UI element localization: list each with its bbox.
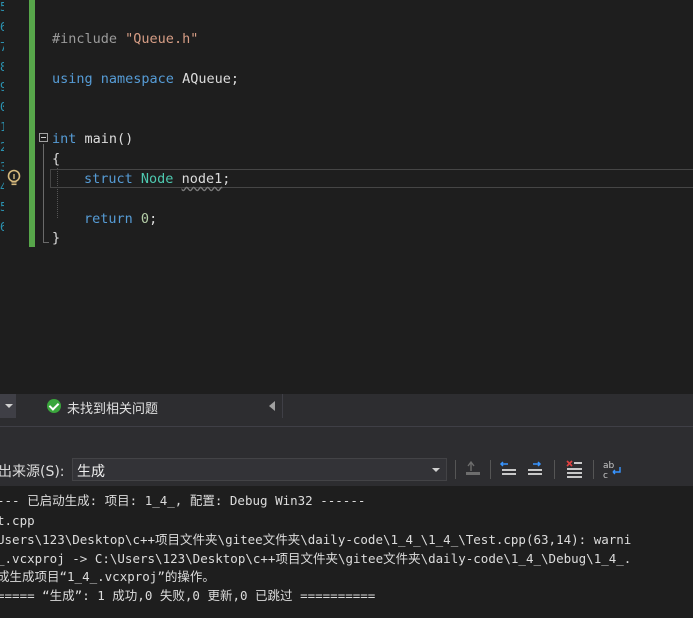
zoom-dropdown-button[interactable] (0, 394, 16, 418)
toolbar-separator (554, 460, 555, 479)
semicolon: ; (222, 171, 231, 187)
line-number: 8 (0, 60, 4, 74)
toolbar-separator (490, 460, 491, 479)
code-line-struct: struct Node node1; (84, 169, 230, 189)
log-line: t.cpp (0, 513, 35, 528)
find-next-button[interactable] (524, 458, 546, 480)
svg-text:ab: ab (603, 461, 615, 471)
line-number: 2 (0, 140, 4, 154)
number-literal: 0 (140, 211, 150, 227)
line-number: 3 (0, 160, 4, 174)
code-line-close-brace: } (52, 228, 60, 248)
divider (0, 426, 693, 427)
code-line-include: #include "Queue.h" (52, 29, 198, 49)
log-line: _.vcxproj -> C:\Users\123\Desktop\c++项目文… (0, 551, 632, 566)
include-file: "Queue.h" (125, 31, 199, 47)
word-wrap-icon: ab c (603, 461, 621, 480)
preprocessor-directive: #include (52, 31, 118, 47)
brace: { (52, 151, 61, 167)
keyword: struct (84, 171, 133, 187)
toolbar-separator (455, 460, 456, 479)
collapse-toggle-icon[interactable] (39, 133, 48, 142)
code-line-return: return 0; (84, 209, 157, 229)
toolbar-separator (593, 460, 594, 479)
issues-status-text[interactable]: 未找到相关问题 (67, 398, 158, 417)
lightbulb-icon[interactable] (6, 169, 22, 188)
keyword: namespace (100, 71, 174, 87)
chevron-left-icon[interactable] (269, 401, 275, 411)
line-number: 7 (0, 40, 4, 54)
find-prev-icon (499, 461, 516, 475)
line-number: 5 (0, 0, 4, 14)
semicolon: ; (149, 211, 158, 227)
output-source-value: 生成 (77, 464, 105, 480)
code-line-main: int main() (52, 129, 133, 149)
line-number: 6 (0, 220, 4, 234)
clear-all-button[interactable] (462, 458, 484, 480)
output-source-select[interactable]: 生成 (72, 458, 447, 481)
clear-output-button[interactable] (563, 458, 585, 480)
namespace-name: AQueue; (182, 71, 239, 87)
line-number: 5 (0, 200, 4, 214)
variable-name[interactable]: node1 (182, 171, 223, 187)
log-line: 成生成项目“1_4_.vcxproj”的操作。 (0, 569, 215, 584)
find-previous-button[interactable] (498, 458, 520, 480)
function-signature: main() (84, 131, 134, 147)
line-number: 6 (0, 20, 4, 34)
output-log[interactable]: --- 已启动生成: 项目: 1_4_, 配置: Debug Win32 ---… (0, 486, 693, 618)
divider (282, 394, 283, 418)
output-source-label: 出来源(S): (0, 464, 65, 480)
log-line: ===== “生成”: 1 成功,0 失败,0 更新,0 已跳过 =======… (0, 588, 376, 603)
clear-all-icon (466, 460, 480, 475)
type-name: Node (140, 171, 174, 187)
clear-output-icon (566, 460, 582, 478)
keyword: using (52, 71, 93, 87)
outline-line (43, 144, 44, 242)
code-line-open-brace: { (52, 149, 60, 169)
check-circle-icon (47, 399, 61, 413)
line-number: 4 (0, 180, 4, 194)
find-next-icon (528, 461, 542, 475)
code-line-using: using namespace AQueue; (52, 69, 239, 89)
brace: } (52, 230, 61, 246)
keyword: return (84, 211, 133, 227)
svg-text:c: c (603, 471, 608, 480)
line-number: 0 (0, 100, 4, 114)
word-wrap-button[interactable]: ab c (601, 458, 623, 480)
line-number: 9 (0, 80, 4, 94)
change-tracking-bar (29, 0, 35, 247)
code-editor[interactable]: 5 6 7 8 9 0 1 2 3 4 5 6 #include "Queue.… (0, 0, 693, 394)
outline-end (43, 242, 49, 243)
line-number: 1 (0, 120, 4, 134)
chevron-down-icon (432, 468, 440, 472)
log-line: --- 已启动生成: 项目: 1_4_, 配置: Debug Win32 ---… (0, 493, 366, 508)
keyword: int (52, 131, 77, 147)
log-line: Users\123\Desktop\c++项目文件夹\gitee文件夹\dail… (0, 532, 632, 547)
